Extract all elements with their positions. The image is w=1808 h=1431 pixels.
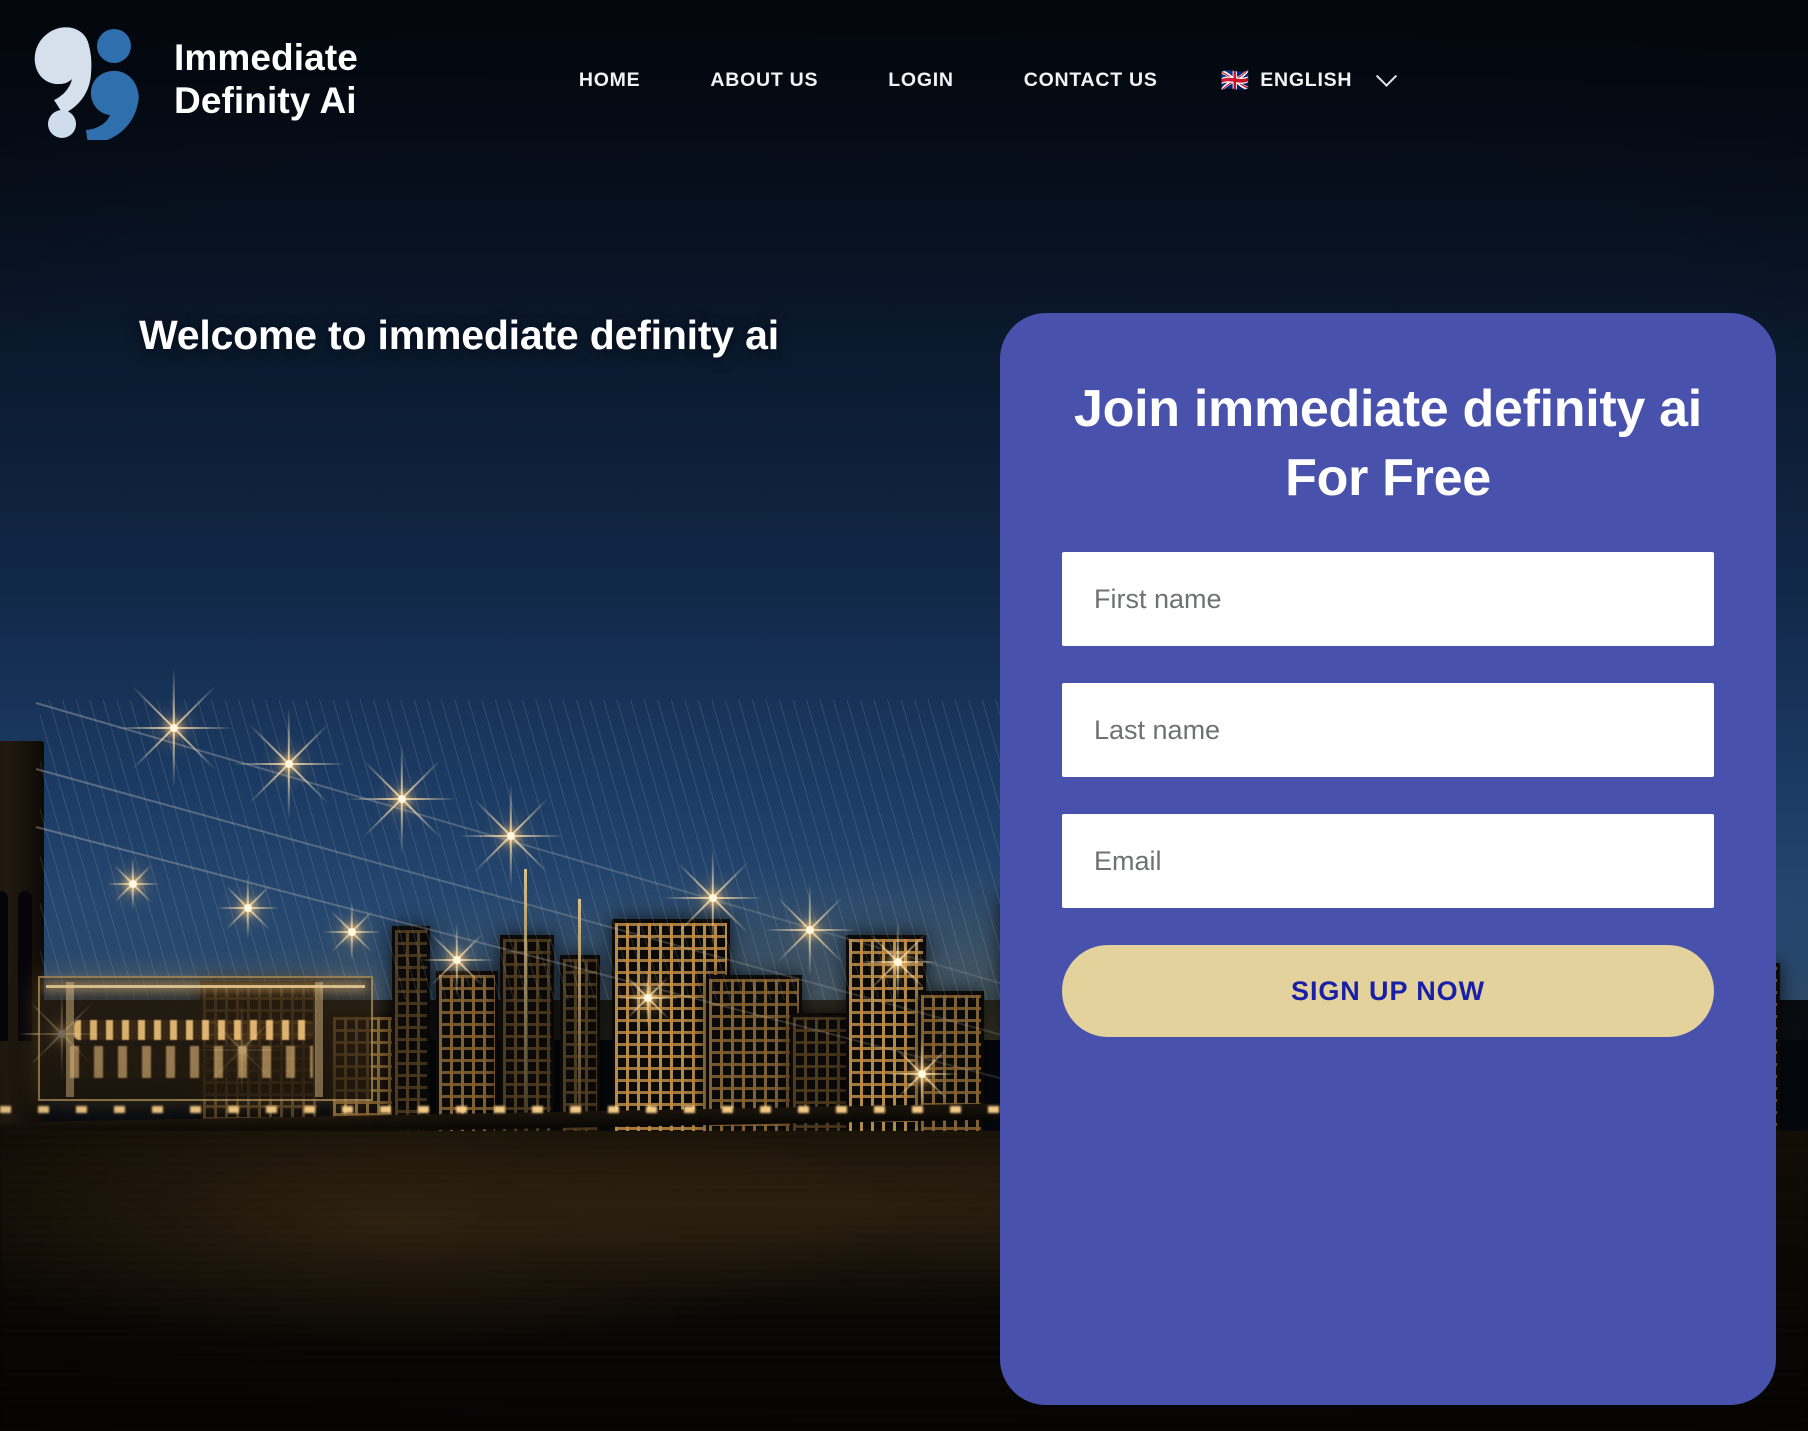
nav-home[interactable]: HOME <box>544 59 676 102</box>
nav-contact-us[interactable]: CONTACT US <box>989 59 1193 102</box>
landing-page: Immediate Definity Ai HOME ABOUT US LOGI… <box>0 0 1808 1431</box>
chevron-down-icon <box>1376 65 1398 87</box>
nav-about-us[interactable]: ABOUT US <box>675 59 853 102</box>
signup-card-title: Join immediate definity ai For Free <box>1074 380 1702 507</box>
sign-up-now-button[interactable]: SIGN UP NOW <box>1062 945 1714 1038</box>
first-name-input[interactable] <box>1062 552 1714 647</box>
signup-card: Join immediate definity ai For Free SIGN… <box>1000 313 1776 1405</box>
quote-marks-logo-icon <box>30 20 152 144</box>
brand-name: Immediate Definity Ai <box>174 37 358 121</box>
language-selector[interactable]: 🇬🇧 ENGLISH <box>1193 59 1401 102</box>
language-label: ENGLISH <box>1260 68 1353 91</box>
email-input[interactable] <box>1062 814 1714 909</box>
nav-login[interactable]: LOGIN <box>853 59 989 102</box>
page-title: Welcome to immediate definity ai <box>139 312 779 358</box>
site-header: Immediate Definity Ai HOME ABOUT US LOGI… <box>0 0 1808 160</box>
brand-logo[interactable]: Immediate Definity Ai <box>30 20 358 144</box>
main-navigation: HOME ABOUT US LOGIN CONTACT US 🇬🇧 ENGLIS… <box>544 59 1400 102</box>
uk-flag-icon: 🇬🇧 <box>1220 66 1250 93</box>
last-name-input[interactable] <box>1062 683 1714 778</box>
